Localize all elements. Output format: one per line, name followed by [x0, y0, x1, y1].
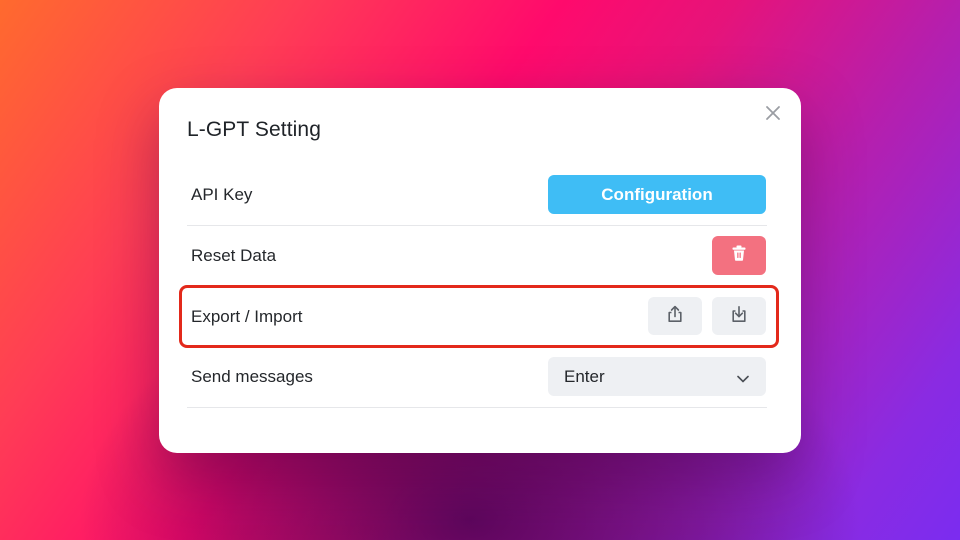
close-icon[interactable] — [763, 103, 783, 123]
setting-row-send-messages: Send messages Enter — [187, 347, 767, 408]
send-messages-label: Send messages — [191, 367, 313, 386]
configuration-button[interactable]: Configuration — [548, 175, 766, 214]
setting-row-api-key: API Key Configuration — [187, 165, 767, 226]
api-key-label: API Key — [191, 185, 253, 204]
setting-row-export-import: Export / Import — [187, 287, 767, 348]
export-button[interactable] — [648, 297, 702, 335]
export-import-label: Export / Import — [191, 307, 303, 326]
send-messages-select[interactable]: Enter — [548, 357, 766, 396]
reset-data-label: Reset Data — [191, 246, 277, 265]
import-button[interactable] — [712, 297, 766, 335]
settings-dialog: L-GPT Setting API Key Configuration Rese… — [159, 88, 801, 453]
export-icon — [665, 304, 685, 329]
reset-data-button[interactable] — [712, 236, 766, 275]
trash-icon — [730, 244, 748, 267]
import-icon — [729, 304, 749, 329]
dialog-title: L-GPT Setting — [187, 118, 321, 141]
chevron-down-icon — [736, 371, 750, 389]
setting-row-reset-data: Reset Data — [187, 226, 767, 287]
send-messages-value: Enter — [564, 366, 605, 386]
